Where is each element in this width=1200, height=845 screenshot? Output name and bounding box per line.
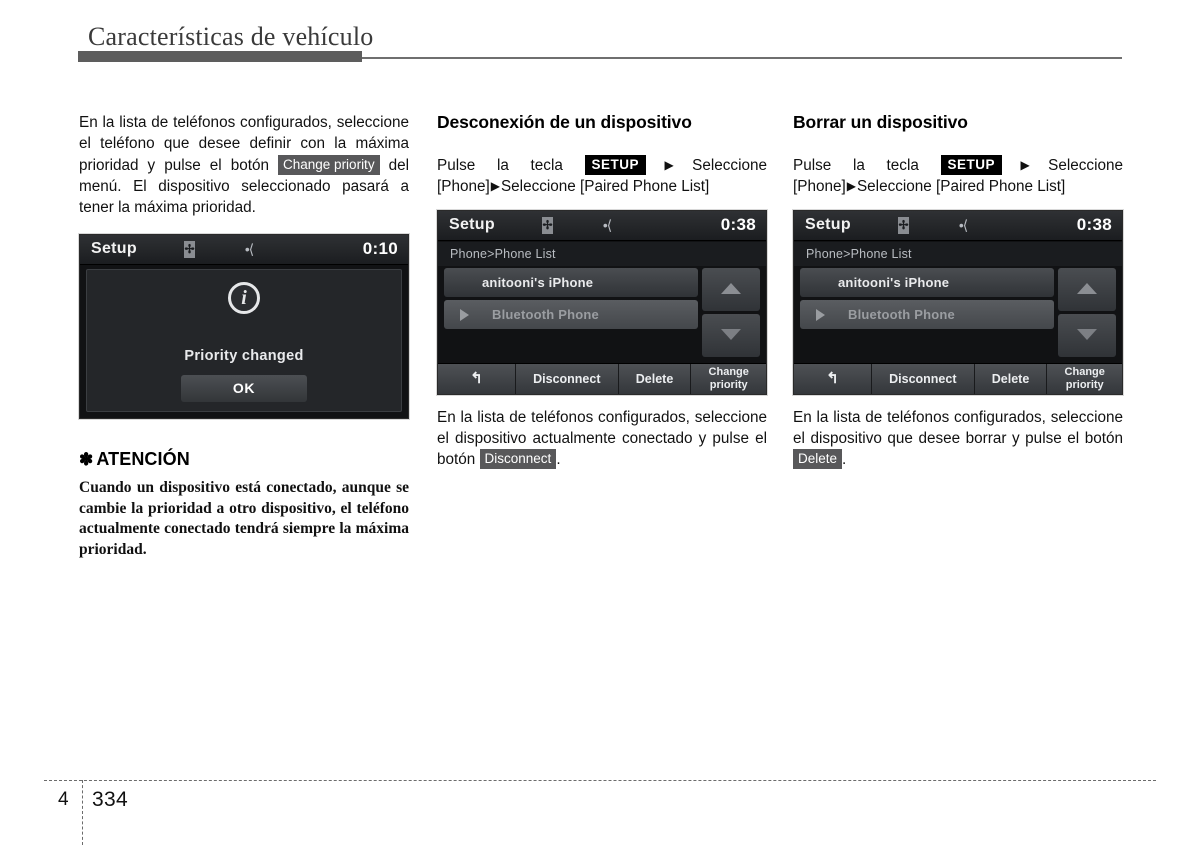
scroll-down-button[interactable] [1058,313,1116,357]
middle-section-heading: Desconexión de un dispositivo [437,112,692,132]
path-arrow-icon-1: ▶ [647,158,692,172]
path-arrow-icon-2: ▶ [846,179,856,194]
delete-button[interactable]: Delete [618,363,692,394]
list-item[interactable]: anitooni's iPhone [444,267,698,297]
column-middle: Desconexión de un dispositivo Pulse la t… [437,112,767,470]
device-status-bar: Setup ✢ •⟨ 0:10 [80,235,408,266]
footer-page-number: 334 [92,788,128,811]
info-icon: i [228,282,260,315]
device-status-bar: Setup ✢ •⟨ 0:38 [794,210,1122,241]
middle-path-step-2: Seleccione [Paired Phone List] [500,178,710,196]
breadcrumb: Phone>Phone List [794,241,1122,266]
ok-button[interactable]: OK [181,375,307,403]
footer-divider-vertical [82,780,83,845]
phone-list: anitooni's iPhone Bluetooth Phone [444,267,698,332]
asterisk-icon: ✽ [79,450,94,470]
status-bar-title: Setup [449,215,495,233]
device-screenshot-phone-list-disconnect: Setup ✢ •⟨ 0:38 Phone>Phone List anitoon… [437,209,767,395]
delete-chip[interactable]: Delete [793,449,843,470]
path-arrow-icon-2: ▶ [490,179,500,194]
middle-path-paragraph: Pulse la tecla SETUP ▶Seleccione [Phone]▶… [437,155,767,198]
bluetooth-icon: ✢ [184,241,195,259]
device-toolbar: ↰ Disconnect Delete Change priority [794,362,1122,394]
phone-list: anitooni's iPhone Bluetooth Phone [800,267,1054,332]
play-triangle-icon [460,308,469,321]
disconnect-button[interactable]: Disconnect [872,363,975,394]
middle-path-prefix: Pulse la tecla [437,157,563,174]
status-bar-title: Setup [805,215,851,233]
header-divider-thick [78,51,362,62]
dialog-panel: i Priority changed OK [86,269,402,413]
scroll-up-arrow-icon [721,282,741,294]
caution-text: Cuando un dispositivo está conectado, au… [79,479,409,558]
dialog-message: Priority changed [184,348,304,365]
caution-block: ✽ ATENCIÓN Cuando un dispositivo está con… [79,449,409,560]
setup-key-chip[interactable]: SETUP [584,155,647,175]
footer-chapter-number: 4 [58,789,69,810]
list-item[interactable]: anitooni's iPhone [800,267,1054,297]
disconnect-button[interactable]: Disconnect [516,363,619,394]
scroll-down-button[interactable] [702,313,760,357]
page-header: Características de vehículo [0,0,1200,68]
bluetooth-icon: ✢ [898,216,909,234]
column-left: En la lista de teléfonos configurados, s… [79,112,409,560]
scrollbar[interactable] [702,267,760,360]
list-item-label: anitooni's iPhone [482,274,594,290]
footer-divider-horizontal [44,780,1156,781]
usb-icon: •⟨ [602,216,612,233]
right-path-step-2: Seleccione [Paired Phone List] [856,178,1066,196]
middle-caption-text-2: . [556,451,561,469]
change-priority-button[interactable]: Change priority [1047,363,1122,394]
right-section-heading: Borrar un dispositivo [793,112,968,132]
bluetooth-icon: ✢ [542,216,553,234]
scroll-down-arrow-icon [1077,328,1097,340]
caution-heading: ✽ ATENCIÓN [79,449,409,470]
play-triangle-icon [816,308,825,321]
back-button[interactable]: ↰ [794,363,872,394]
right-caption-paragraph: En la lista de teléfonos configurados, s… [793,407,1123,471]
right-caption-text-2: . [842,451,847,469]
list-item-label: Bluetooth Phone [492,306,599,322]
list-item[interactable]: Bluetooth Phone [800,299,1054,329]
left-intro-paragraph: En la lista de teléfonos configurados, s… [79,112,409,218]
scroll-up-arrow-icon [1077,282,1097,294]
page-footer: 4 334 [0,780,1200,845]
back-button[interactable]: ↰ [438,363,516,394]
status-bar-clock: 0:38 [720,214,756,234]
page-title: Características de vehículo [88,22,374,51]
change-priority-button[interactable]: Change priority [691,363,766,394]
path-arrow-icon-1: ▶ [1003,158,1048,172]
right-caption-text-1: En la lista de teléfonos configurados, s… [793,408,1123,447]
status-bar-clock: 0:10 [362,239,398,259]
scroll-down-arrow-icon [721,328,741,340]
right-path-prefix: Pulse la tecla [793,157,919,174]
device-screenshot-phone-list-delete: Setup ✢ •⟨ 0:38 Phone>Phone List anitoon… [793,209,1123,395]
middle-caption-paragraph: En la lista de teléfonos configurados, s… [437,407,767,471]
list-item[interactable]: Bluetooth Phone [444,299,698,329]
change-priority-chip[interactable]: Change priority [278,154,380,175]
breadcrumb: Phone>Phone List [438,241,766,266]
caution-heading-label: ATENCIÓN [96,449,190,470]
scroll-up-button[interactable] [1058,267,1116,311]
delete-button[interactable]: Delete [974,363,1048,394]
list-item-label: anitooni's iPhone [838,274,950,290]
scroll-up-button[interactable] [702,267,760,311]
usb-icon: •⟨ [958,216,968,233]
column-right: Borrar un dispositivo Pulse la tecla SET… [793,112,1123,470]
device-toolbar: ↰ Disconnect Delete Change priority [438,362,766,394]
list-item-label: Bluetooth Phone [848,306,955,322]
disconnect-chip[interactable]: Disconnect [479,449,557,470]
right-path-paragraph: Pulse la tecla SETUP ▶Seleccione [Phone]▶… [793,155,1123,198]
device-status-bar: Setup ✢ •⟨ 0:38 [438,210,766,241]
status-bar-clock: 0:38 [1076,214,1112,234]
setup-key-chip[interactable]: SETUP [940,155,1003,175]
device-screenshot-priority-changed: Setup ✢ •⟨ 0:10 i Priority changed OK [79,234,409,420]
scrollbar[interactable] [1058,267,1116,360]
usb-icon: •⟨ [244,241,254,258]
status-bar-title: Setup [91,240,137,258]
